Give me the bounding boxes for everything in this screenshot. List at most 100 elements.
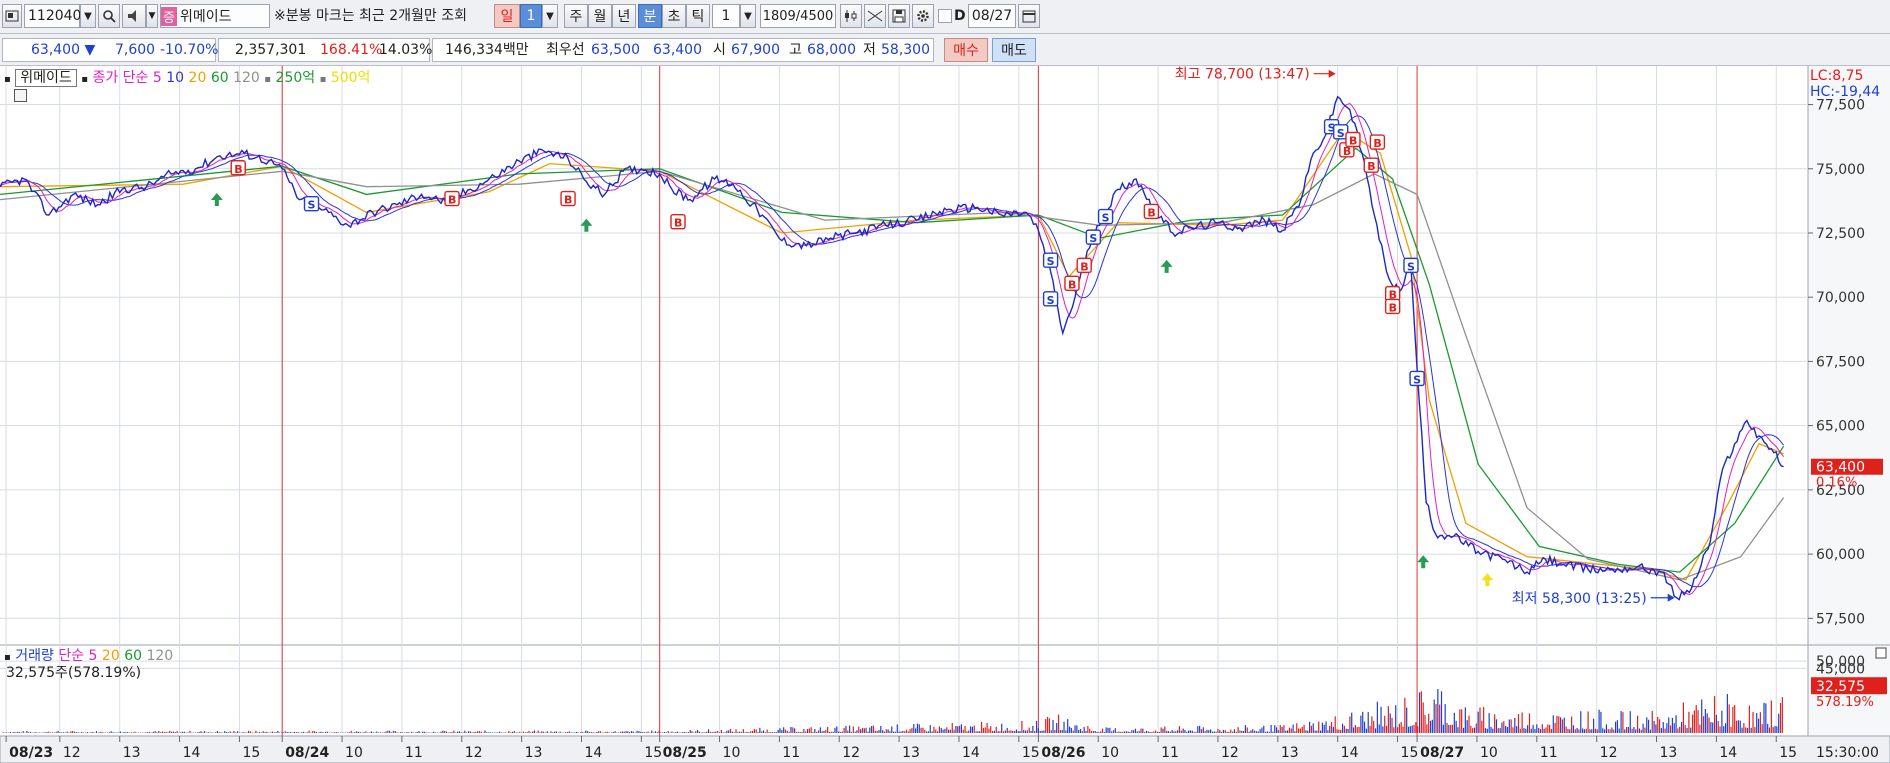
x-tick-label: 14 [1341,745,1359,761]
buy-mark: B [560,190,576,207]
sell-mark: S [1409,370,1425,386]
y-tick-label: 65,000 [1816,419,1865,435]
sell-mark: S [1097,208,1114,225]
buy-button[interactable]: 매수 [944,38,988,62]
count-field[interactable]: 1809/4500 [760,4,836,28]
price-legend: ▪ 위메이드 ▪ 종가 단순 5 10 20 60 120 ▪ 250억 ▪ 5… [4,67,370,87]
price-chart[interactable]: BS B BBSSBBSS BS SBBBBBBSS 57,50060,00062,50… [0,66,1890,763]
period-week-button[interactable]: 주 [564,4,588,28]
high-label: 고 [789,42,802,58]
x-tick-label: 10 [1101,745,1119,761]
current-price-label: 63,400 [1816,460,1865,476]
save-icon[interactable] [888,4,910,28]
interval-dropdown-icon[interactable]: ▼ [740,4,756,28]
sound-dropdown-icon[interactable]: ▼ [146,4,158,28]
x-tick-label: 14 [183,745,201,761]
buy-mark: B [1076,257,1092,273]
x-tick-label: 10 [723,745,741,761]
mark-letter: B [1373,137,1381,150]
legend-ma5: 5 [152,70,162,86]
date-input[interactable]: 08/27 [968,4,1016,28]
period-day-button[interactable]: 일 [494,4,520,28]
sell-mark: S [1042,252,1059,268]
price-change-pct: -10.70% [160,42,219,58]
hc-label: HC:-19,44 [1810,84,1880,100]
search-icon[interactable] [98,4,120,28]
x-tick-label: 08/23 [9,745,53,761]
x-tick-label: 13 [123,745,141,761]
period-tick-button[interactable]: 틱 [686,4,710,28]
trade-amount: 146,334백만 [445,42,529,58]
pane-toggle-icon [1875,647,1887,659]
period-day-count[interactable]: 1 [520,4,542,28]
current-price: 63,400 ▼ [31,42,96,58]
stock-name-field[interactable]: 증 위메이드 [160,4,270,28]
calendar-icon[interactable] [1018,4,1040,28]
time-label: 15:30:00 [1816,745,1879,761]
x-tick-label: 08/27 [1420,745,1464,761]
open-price: 67,900 [731,42,780,58]
buy-mark: B [1384,298,1401,314]
legend-stock-name[interactable]: 위메이드 [15,69,77,87]
interval-input[interactable]: 1 [712,4,740,28]
volume-current-pct: 578.19% [1816,695,1874,710]
mark-letter: B [1389,301,1397,314]
mark-letter: B [1147,206,1155,219]
d-checkbox[interactable] [938,9,952,23]
volume-ratio: 168.41% [320,42,383,58]
buy-mark: B [1345,131,1361,147]
x-tick-label: 11 [1540,745,1558,761]
sell-mark: S [303,196,320,212]
turnover: 14.03% [379,42,433,58]
x-tick-label: 08/25 [663,745,707,761]
x-tick-label: 15 [1401,745,1419,761]
lc-label: LC:8,75 [1810,68,1863,84]
x-tick-label: 14 [1719,745,1737,761]
notice-text: ※분봉 마크는 최근 2개월만 조회 [274,8,467,24]
x-tick-label: 14 [962,745,980,761]
legend-extra-500: 500억 [330,70,371,86]
x-tick-label: 11 [1161,745,1179,761]
day-count-dropdown-icon[interactable]: ▼ [542,4,558,28]
x-tick-label: 13 [902,745,920,761]
code-dropdown-icon[interactable]: ▼ [80,4,96,28]
stock-code-input[interactable]: 112040 [24,4,81,28]
period-minute-button[interactable]: 분 [638,4,662,28]
settings-gear-icon[interactable] [912,4,934,28]
chart-window-icon[interactable] [2,4,22,28]
volume-current-text: 32,575주(578.19%) [6,665,142,681]
mark-letter: S [1047,294,1055,307]
toolbar: 112040 ▼ ▼ 증 위메이드 ※분봉 마크는 최근 2개월만 조회 일 1… [0,0,1890,34]
price-detail-box: 146,334백만 최우선 63,500 63,400 시 67,900 고 6… [432,38,934,62]
crosshair-icon[interactable] [864,4,886,28]
sell-mark: S [1403,257,1419,273]
mark-letter: B [234,163,242,176]
price-change: 7,600 [115,42,156,58]
buy-mark: B [444,190,460,207]
legend-square-icon: ▪ [319,74,327,85]
legend-ma20: 20 [188,70,207,86]
period-year-button[interactable]: 년 [612,4,636,28]
mark-letter: S [1102,212,1110,225]
period-month-button[interactable]: 월 [588,4,612,28]
sell-button[interactable]: 매도 [992,38,1036,62]
table-toggle-icon[interactable] [14,89,27,102]
chart-grid [0,66,1890,763]
x-tick-label: 08/24 [285,745,329,761]
mark-letter: B [564,194,572,207]
current-price-pct: 0.16% [1816,476,1857,491]
candle-type-icon[interactable] [840,4,862,28]
buy-mark: B [670,214,686,230]
mark-letter: B [1068,278,1076,291]
y-tick-label: 70,000 [1816,290,1865,306]
x-tick-label: 11 [782,745,800,761]
y-tick-label: 75,000 [1816,162,1865,178]
best-label: 최우선 [546,42,585,58]
y-tick-label: 57,500 [1816,611,1865,627]
quote-bar: 63,400 ▼ 7,600 -10.70% 2,357,301 168.41%… [0,34,1890,66]
volume-current-label: 32,575 [1816,679,1865,695]
period-second-button[interactable]: 초 [662,4,686,28]
sound-icon[interactable] [122,4,146,28]
legend-extra-250: 250억 [275,70,316,86]
open-label: 시 [713,42,726,58]
